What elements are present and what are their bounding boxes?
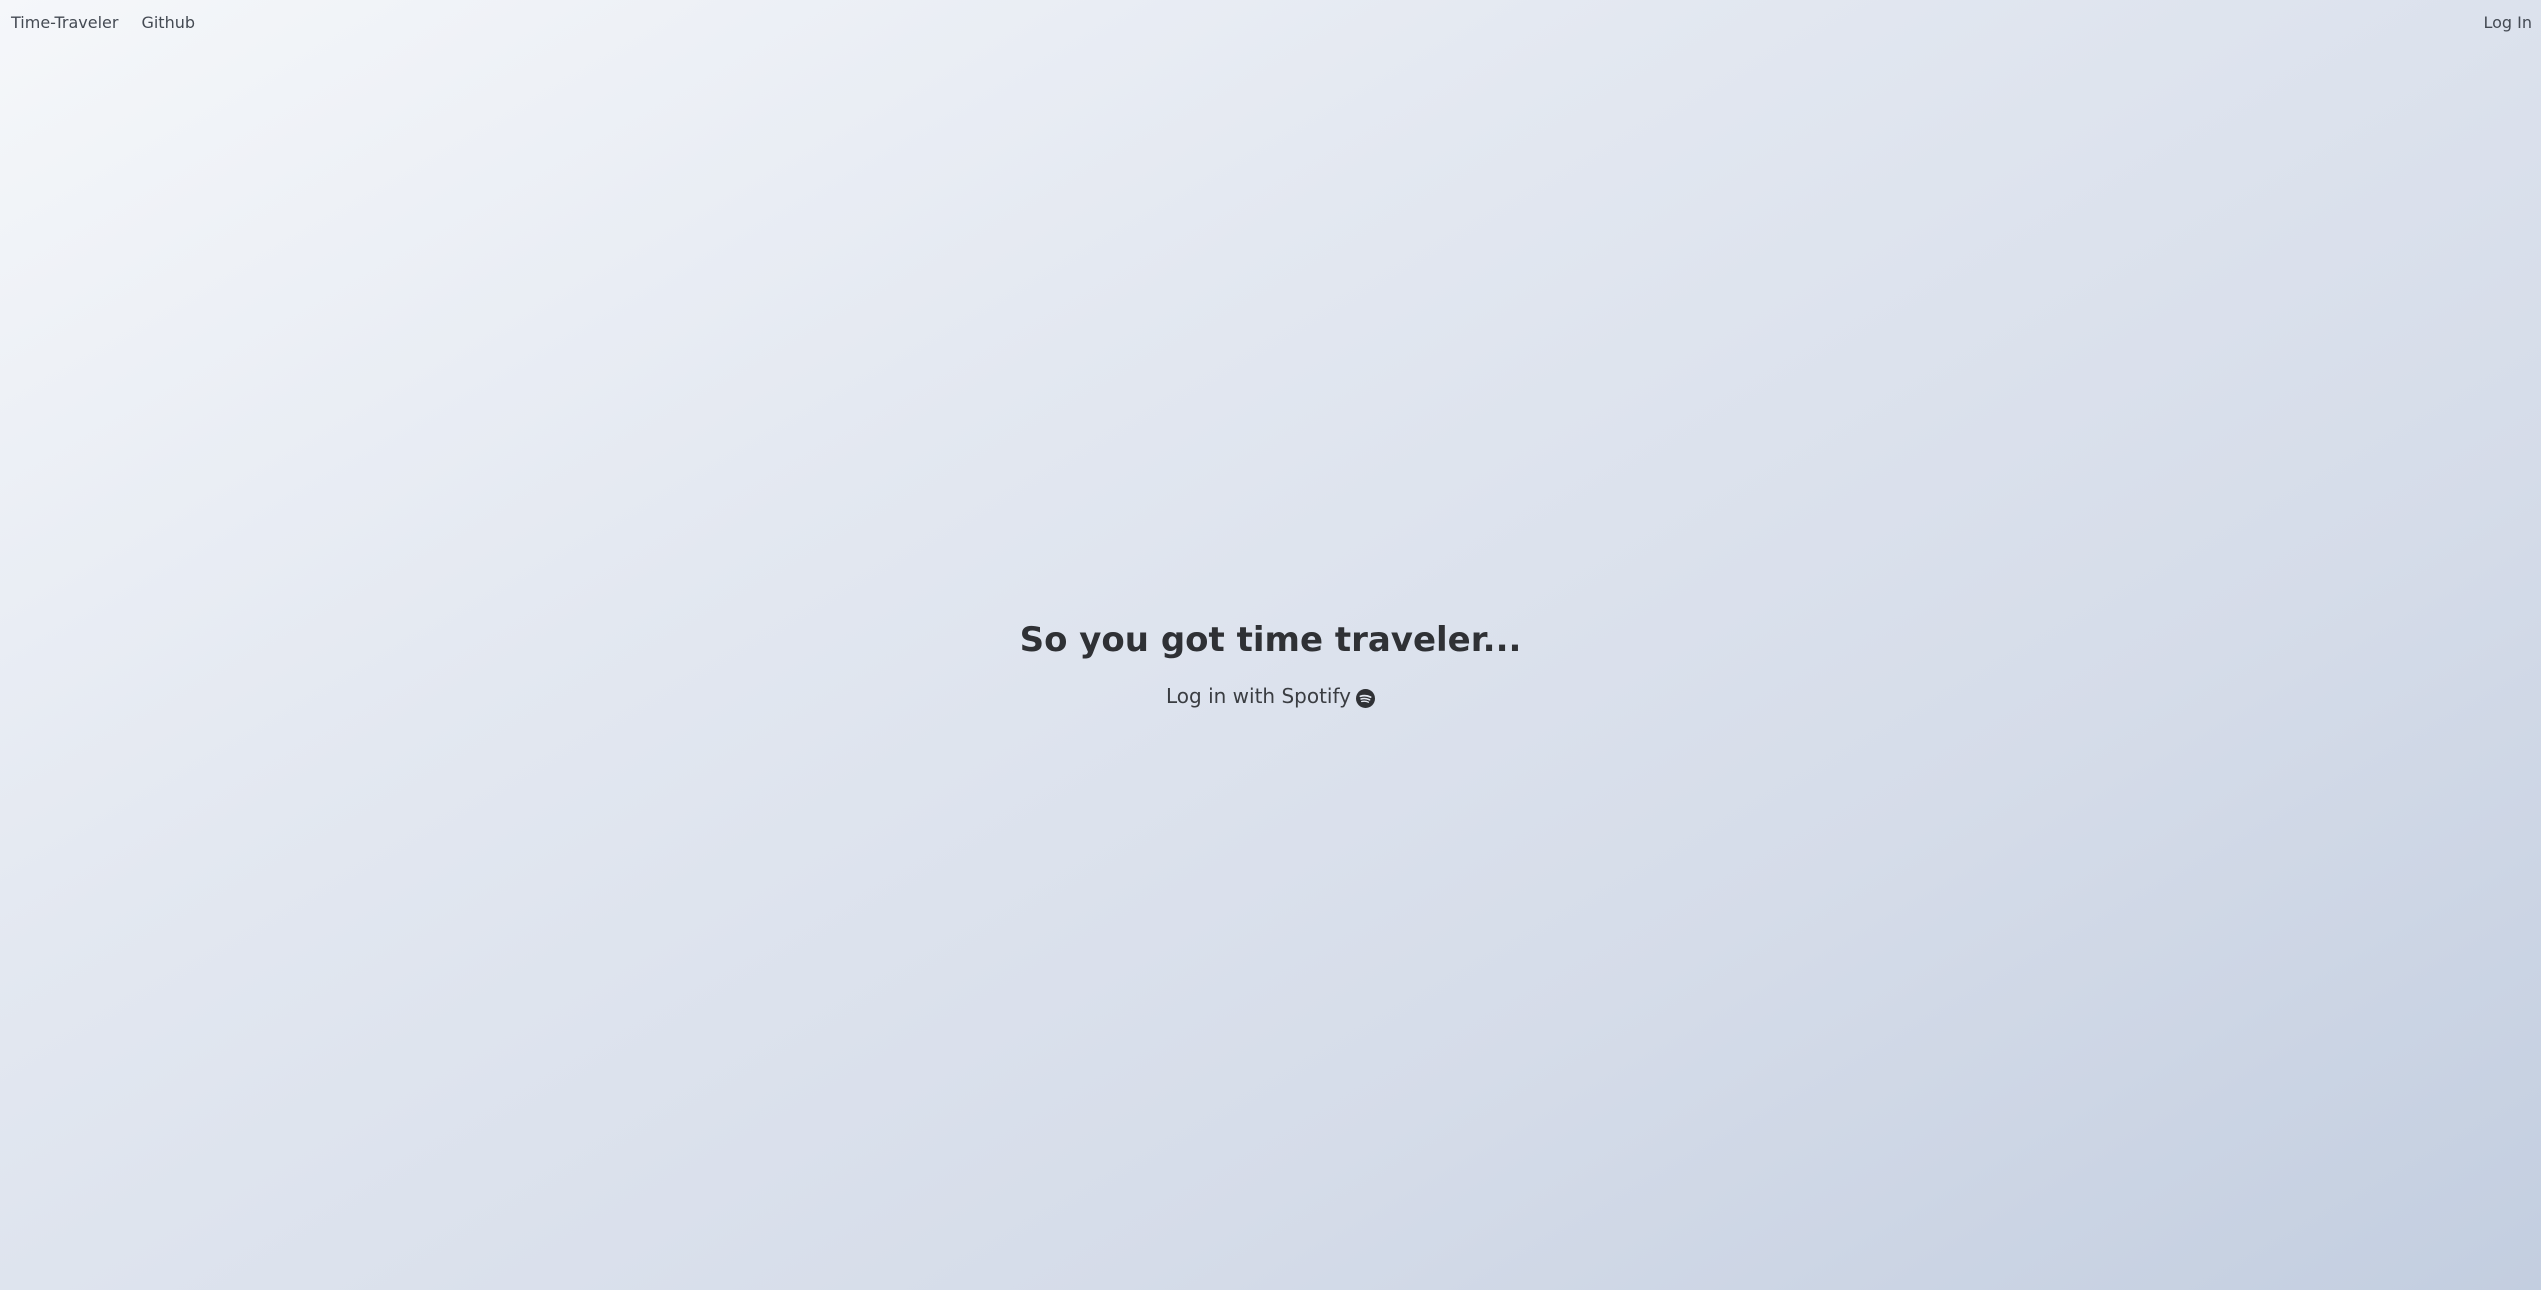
page-title: So you got time traveler... <box>1019 620 1522 660</box>
login-link[interactable]: Log In <box>2483 13 2532 32</box>
spotify-login-label: Log in with Spotify <box>1165 684 1351 708</box>
github-link[interactable]: Github <box>141 13 195 32</box>
hero-section: So you got time traveler... Log in with … <box>0 617 2541 710</box>
brand-link[interactable]: Time-Traveler <box>11 13 118 32</box>
spotify-login-button[interactable]: Log in with Spotify <box>1166 682 1375 710</box>
top-nav-left: Time-Traveler Github <box>11 13 195 32</box>
spotify-icon <box>1356 687 1375 708</box>
top-nav-right: Log In <box>2483 13 2532 32</box>
